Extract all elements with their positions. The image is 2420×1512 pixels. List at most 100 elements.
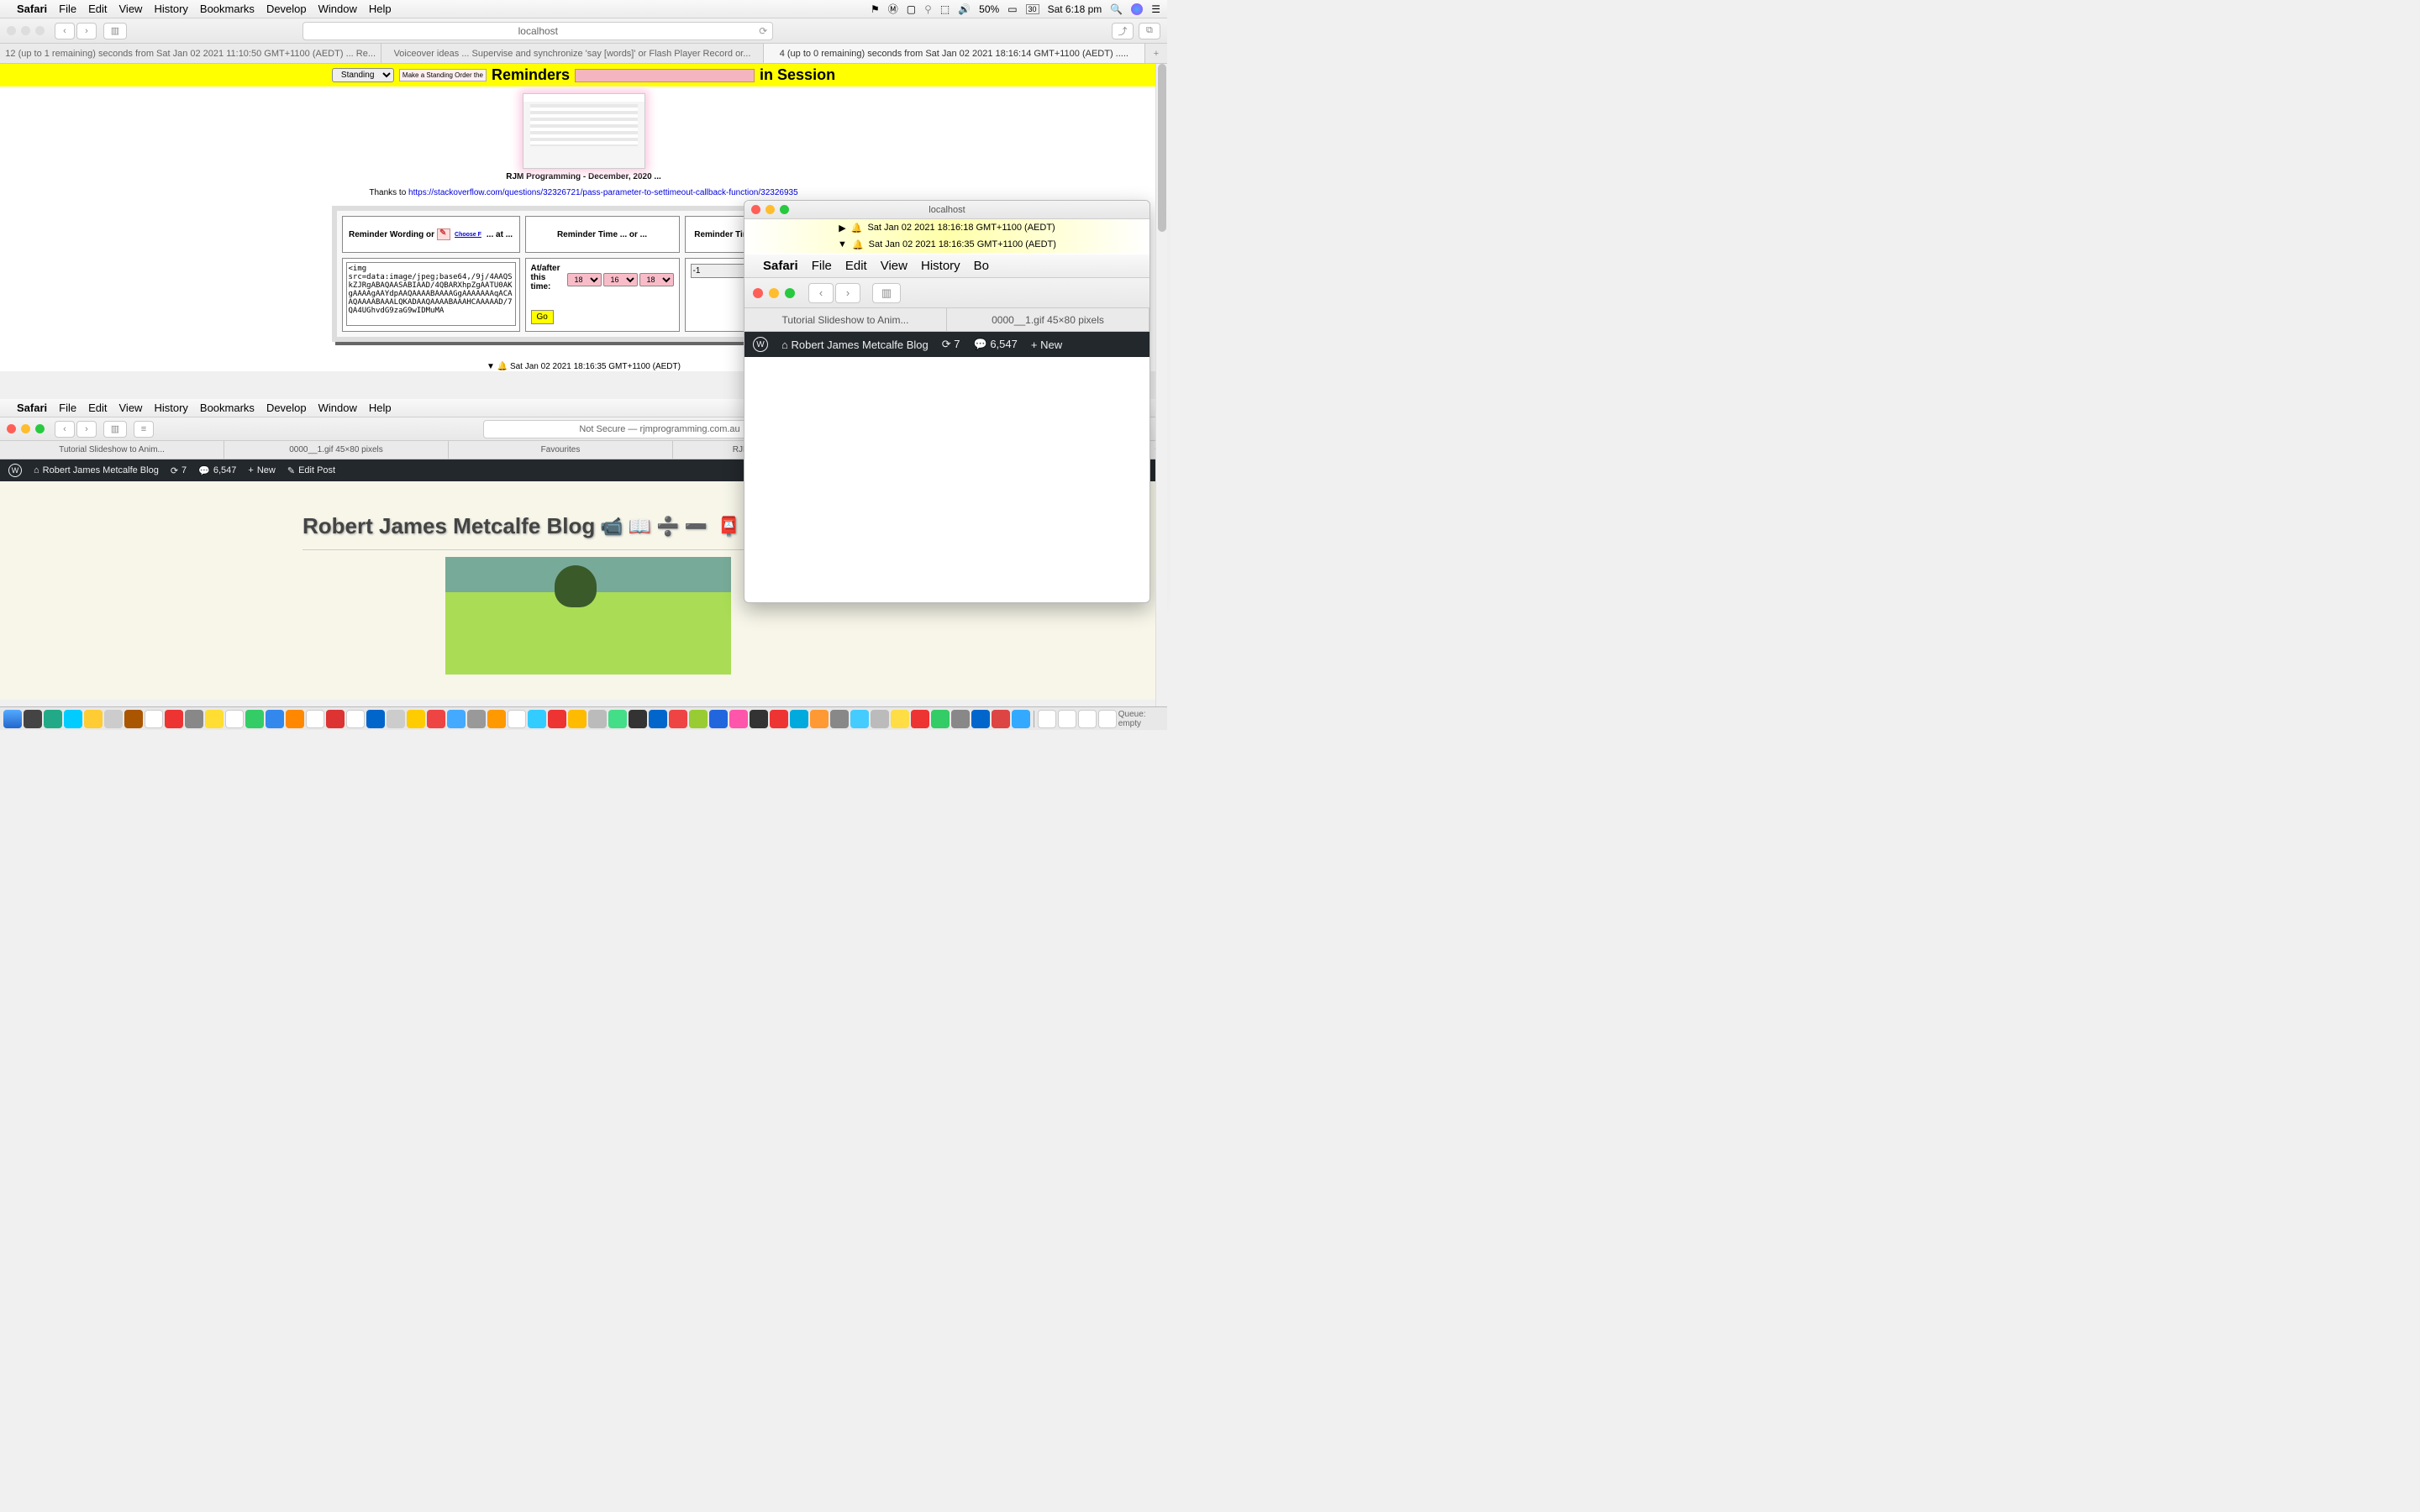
- menu-window[interactable]: Window: [318, 3, 357, 15]
- wording-textarea[interactable]: <img src=data:image/jpeg;base64,/9j/4AAQ…: [346, 262, 516, 326]
- battery-percent[interactable]: 50%: [979, 3, 999, 15]
- dock-app-icon[interactable]: [84, 710, 103, 728]
- menu-file[interactable]: File: [59, 3, 76, 15]
- dock[interactable]: Queue: empty: [0, 706, 1167, 730]
- dock-app-icon[interactable]: [871, 710, 889, 728]
- dock-app-icon[interactable]: [1038, 710, 1056, 728]
- dock-app-icon[interactable]: [104, 710, 123, 728]
- dock-app-icon[interactable]: [286, 710, 304, 728]
- second-select[interactable]: 18: [639, 273, 674, 286]
- scrollbar-thumb[interactable]: [1158, 64, 1166, 232]
- dock-app-icon[interactable]: [447, 710, 466, 728]
- siri-icon[interactable]: [1131, 3, 1143, 15]
- tabs-button[interactable]: ⧉: [1139, 23, 1160, 39]
- dock-app-icon[interactable]: [669, 710, 687, 728]
- dock-app-icon[interactable]: [306, 710, 324, 728]
- go-button[interactable]: Go: [531, 310, 554, 324]
- notification-center-icon[interactable]: ☰: [1151, 3, 1160, 15]
- thanks-link[interactable]: https://stackoverflow.com/questions/3232…: [408, 188, 798, 197]
- dock-app-icon[interactable]: [750, 710, 768, 728]
- sidebar-button[interactable]: ▥: [103, 23, 127, 39]
- traffic-lights[interactable]: [7, 26, 45, 35]
- make-standing-order-button[interactable]: Make a Standing Order the: [399, 69, 487, 81]
- dock-app-icon[interactable]: [911, 710, 929, 728]
- dock-app-icon[interactable]: [891, 710, 909, 728]
- dock-app-icon[interactable]: [266, 710, 284, 728]
- dock-app-icon[interactable]: [649, 710, 667, 728]
- dock-app-icon[interactable]: [608, 710, 627, 728]
- dock-app-icon[interactable]: [205, 710, 224, 728]
- airplay-icon[interactable]: ▢: [907, 3, 916, 15]
- dock-app-icon[interactable]: [850, 710, 869, 728]
- dock-app-icon[interactable]: [931, 710, 950, 728]
- dock-app-icon[interactable]: [427, 710, 445, 728]
- dock-app-icon[interactable]: [528, 710, 546, 728]
- menu-history[interactable]: History: [154, 3, 187, 15]
- dock-app-icon[interactable]: [971, 710, 990, 728]
- clock[interactable]: Sat 6:18 pm: [1048, 3, 1102, 15]
- dock-app-icon[interactable]: [64, 710, 82, 728]
- volume-icon[interactable]: 🔊: [958, 3, 971, 15]
- back-button[interactable]: ‹: [55, 23, 75, 39]
- dock-app-icon[interactable]: [1012, 710, 1030, 728]
- edit-icon[interactable]: [437, 228, 450, 240]
- menu-view[interactable]: View: [119, 3, 143, 15]
- dock-finder-icon[interactable]: [3, 710, 22, 728]
- new-tab-button[interactable]: +: [1145, 44, 1167, 63]
- dock-app-icon[interactable]: [951, 710, 970, 728]
- calendar-icon[interactable]: 30: [1026, 4, 1039, 14]
- minute-select[interactable]: 16: [603, 273, 638, 286]
- menu-edit[interactable]: Edit: [88, 3, 107, 15]
- dock-app-icon[interactable]: [770, 710, 788, 728]
- dock-app-icon[interactable]: [145, 710, 163, 728]
- scrollbar[interactable]: [1155, 64, 1167, 706]
- address-bar[interactable]: localhost ⟳: [302, 22, 773, 40]
- forward-button[interactable]: ›: [76, 23, 97, 39]
- reload-icon[interactable]: ⟳: [759, 25, 767, 37]
- dock-app-icon[interactable]: [487, 710, 506, 728]
- dock-app-icon[interactable]: [1078, 710, 1097, 728]
- dock-app-icon[interactable]: [629, 710, 647, 728]
- dock-app-icon[interactable]: [689, 710, 708, 728]
- dock-app-icon[interactable]: [366, 710, 385, 728]
- wifi-icon[interactable]: ⬚: [940, 3, 950, 15]
- bluetooth-icon[interactable]: ⚲: [924, 3, 932, 15]
- dock-app-icon[interactable]: [568, 710, 587, 728]
- status-icon[interactable]: ⚑: [871, 3, 880, 15]
- tab-2[interactable]: 4 (up to 0 remaining) seconds from Sat J…: [764, 44, 1145, 63]
- dock-app-icon[interactable]: [387, 710, 405, 728]
- tab-0[interactable]: 12 (up to 1 remaining) seconds from Sat …: [0, 44, 381, 63]
- share-button[interactable]: ⤴: [1112, 23, 1134, 39]
- dock-app-icon[interactable]: [1058, 710, 1076, 728]
- localhost-popup[interactable]: localhost ▶🔔Sat Jan 02 2021 18:16:18 GMT…: [744, 200, 1150, 603]
- dock-app-icon[interactable]: [225, 710, 244, 728]
- dock-app-icon[interactable]: [124, 710, 143, 728]
- popup-titlebar[interactable]: localhost: [744, 201, 1150, 219]
- standing-select[interactable]: Standing: [332, 68, 394, 82]
- dock-app-icon[interactable]: [165, 710, 183, 728]
- dock-app-icon[interactable]: [588, 710, 607, 728]
- dock-app-icon[interactable]: [790, 710, 808, 728]
- battery-icon[interactable]: ▭: [1007, 3, 1017, 15]
- choose-file-link[interactable]: Choose F: [455, 232, 481, 238]
- app-name[interactable]: Safari: [17, 3, 47, 15]
- dock-app-icon[interactable]: [508, 710, 526, 728]
- dock-app-icon[interactable]: [709, 710, 728, 728]
- dock-app-icon[interactable]: [44, 710, 62, 728]
- menu-develop[interactable]: Develop: [266, 3, 307, 15]
- dock-app-icon[interactable]: [346, 710, 365, 728]
- dock-app-icon[interactable]: [1098, 710, 1117, 728]
- dock-app-icon[interactable]: [185, 710, 203, 728]
- status-icon[interactable]: Ⓜ: [888, 2, 898, 16]
- tab-1[interactable]: Voiceover ideas ... Supervise and synchr…: [381, 44, 763, 63]
- dock-app-icon[interactable]: [467, 710, 486, 728]
- dock-app-icon[interactable]: [992, 710, 1010, 728]
- spotlight-icon[interactable]: 🔍: [1110, 3, 1123, 15]
- dock-app-icon[interactable]: [810, 710, 829, 728]
- dock-app-icon[interactable]: [245, 710, 264, 728]
- session-input[interactable]: [575, 69, 755, 82]
- hour-select[interactable]: 18: [567, 273, 602, 286]
- dock-app-icon[interactable]: [830, 710, 849, 728]
- menu-bookmarks[interactable]: Bookmarks: [200, 3, 255, 15]
- dock-app-icon[interactable]: [729, 710, 748, 728]
